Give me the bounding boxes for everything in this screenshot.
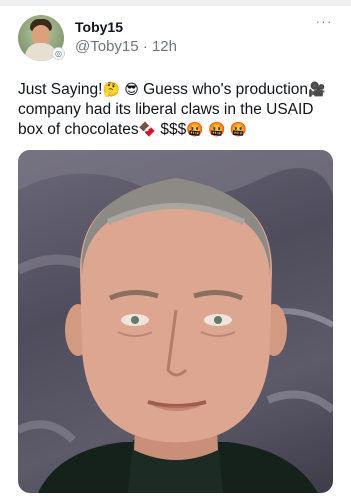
- text-segment: $$$: [156, 121, 187, 138]
- movie-camera-icon: 🎥: [308, 82, 326, 98]
- post-text-line-2: company had its liberal claws in the USA…: [18, 100, 340, 120]
- thinking-face-icon: 🤔: [102, 82, 120, 98]
- sunglasses-face-icon: 😎: [124, 82, 139, 98]
- text-segment: Just Saying!: [18, 81, 103, 98]
- chocolate-bar-icon: 🍫: [138, 122, 157, 138]
- profile-badge-icon: ◎: [52, 47, 65, 60]
- text-segment: box of chocolates: [18, 121, 139, 138]
- portrait-illustration: [18, 150, 333, 493]
- user-handle[interactable]: @Toby15: [75, 38, 139, 55]
- post-text: Just Saying!🤔 😎 Guess who's production🎥 …: [18, 80, 340, 140]
- avatar-face: [32, 25, 50, 45]
- cursing-face-icon: 🤬: [208, 122, 226, 138]
- post-text-line-1: Just Saying!🤔 😎 Guess who's production🎥: [18, 80, 340, 100]
- post-header: ◎ Toby15 @Toby15 · 12h ···: [0, 14, 351, 64]
- top-divider: [0, 0, 351, 6]
- separator: ·: [142, 38, 148, 55]
- post-media-image[interactable]: [18, 150, 333, 493]
- text-segment: company had its liberal claws in the USA…: [18, 101, 314, 118]
- more-options-icon[interactable]: ···: [313, 14, 335, 30]
- display-name[interactable]: Toby15: [75, 19, 123, 35]
- cursing-face-icon: 🤬: [186, 122, 204, 138]
- handle-row: @Toby15 · 12h: [75, 38, 177, 55]
- post-time[interactable]: 12h: [152, 38, 177, 55]
- post-text-line-3: box of chocolates🍫 $$$🤬 🤬 🤬: [18, 120, 340, 140]
- cursing-face-icon: 🤬: [229, 122, 248, 138]
- text-segment: Guess who's production: [143, 81, 309, 98]
